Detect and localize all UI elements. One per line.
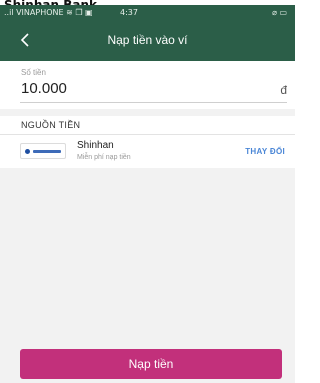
funding-source-row[interactable]: Shinhan Miễn phí nạp tiền THAY ĐỔI [0,135,295,168]
fee-note: Miễn phí nạp tiền [77,154,131,161]
amount-input[interactable]: 10.000 [21,80,67,97]
section-heading: NGUỒN TIỀN [21,120,81,130]
bank-name: Shinhan [77,140,114,151]
amount-underline [20,102,287,103]
bank-logo [20,143,66,159]
change-source-button[interactable]: THAY ĐỔI [245,147,285,156]
clock-text: 4:37 [120,8,138,17]
bank-logo-wordmark [33,150,61,153]
status-bar: ..il VINAPHONE ≋ ❒ ▣ 4:37 ⌀ ▭ [0,5,295,21]
section-gap [0,109,295,116]
amount-field[interactable]: Số tiền 10.000 đ [0,61,295,109]
app-bar: Nạp tiền vào ví [0,21,295,61]
currency-label: đ [280,83,287,97]
page-title: Nạp tiền vào ví [107,33,188,47]
carrier-text: ..il VINAPHONE ≋ ❒ ▣ [4,8,93,17]
system-icons: ⌀ ▭ [272,8,287,17]
funding-source-header: NGUỒN TIỀN [0,116,295,135]
bank-logo-mark [25,149,30,154]
amount-label: Số tiền [21,68,46,77]
top-up-button[interactable]: Nạp tiền [20,349,282,379]
